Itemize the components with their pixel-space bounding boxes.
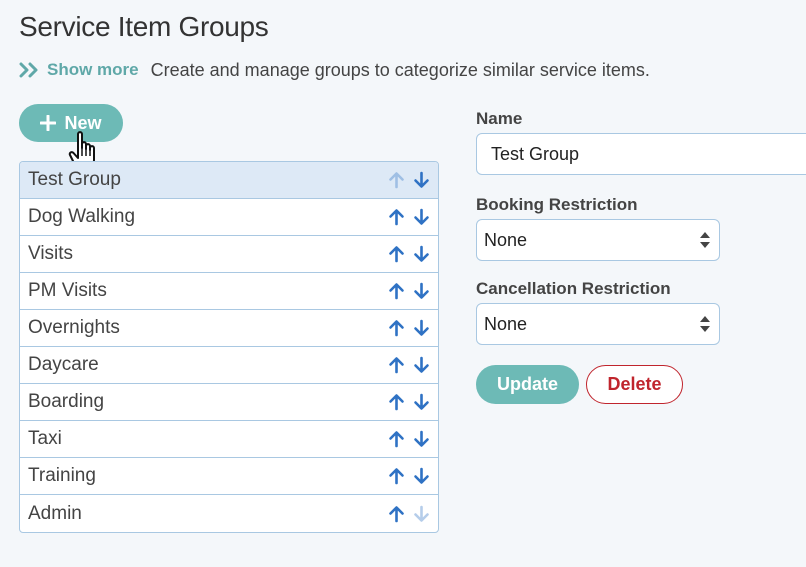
- reorder-controls: [388, 245, 430, 263]
- show-more-link[interactable]: Show more: [47, 60, 139, 80]
- updown-caret-icon: [700, 232, 710, 248]
- arrow-up-icon[interactable]: [388, 393, 405, 411]
- page: Service Item Groups Show more Create and…: [0, 0, 806, 567]
- arrow-up-icon[interactable]: [388, 356, 405, 374]
- booking-restriction-select[interactable]: None: [476, 219, 720, 261]
- arrow-down-icon[interactable]: [413, 393, 430, 411]
- arrow-up-icon[interactable]: [388, 467, 405, 485]
- arrow-up-icon[interactable]: [388, 245, 405, 263]
- arrow-down-icon[interactable]: [413, 467, 430, 485]
- page-description: Create and manage groups to categorize s…: [150, 59, 650, 80]
- group-row[interactable]: Dog Walking: [20, 199, 438, 236]
- page-subtitle: Show more Create and manage groups to ca…: [19, 58, 650, 82]
- cancellation-restriction-select[interactable]: None: [476, 303, 720, 345]
- arrow-up-icon[interactable]: [388, 208, 405, 226]
- reorder-controls: [388, 505, 430, 523]
- name-input[interactable]: [476, 133, 806, 175]
- group-label: Boarding: [28, 391, 105, 412]
- booking-restriction-value: None: [484, 229, 528, 250]
- arrow-up-icon[interactable]: [388, 282, 405, 300]
- group-label: Daycare: [28, 354, 99, 375]
- group-row[interactable]: Boarding: [20, 384, 438, 421]
- arrow-up-icon[interactable]: [388, 319, 405, 337]
- cancellation-restriction-label: Cancellation Restriction: [476, 279, 671, 298]
- reorder-controls: [388, 208, 430, 226]
- reorder-controls: [388, 430, 430, 448]
- arrow-down-icon: [414, 505, 429, 522]
- group-row[interactable]: Test Group: [20, 162, 438, 199]
- page-title: Service Item Groups: [19, 11, 269, 42]
- group-label: Dog Walking: [28, 206, 136, 227]
- name-label: Name: [476, 109, 523, 128]
- group-label: Visits: [28, 243, 74, 264]
- reorder-controls: [388, 356, 430, 374]
- double-chevron-right-icon[interactable]: [19, 61, 41, 79]
- arrow-down-icon[interactable]: [413, 245, 430, 263]
- group-row[interactable]: Overnights: [20, 310, 438, 347]
- group-label: Training: [28, 465, 96, 486]
- arrow-down-icon[interactable]: [413, 430, 430, 448]
- delete-button[interactable]: Delete: [586, 365, 683, 404]
- arrow-down-icon[interactable]: [413, 171, 430, 189]
- group-label: Overnights: [28, 317, 120, 338]
- reorder-controls: [388, 282, 430, 300]
- group-label: Admin: [28, 502, 82, 524]
- group-row[interactable]: Taxi: [20, 421, 438, 458]
- reorder-controls: [388, 467, 430, 485]
- group-list: Test Group Dog Walking Visits PM Visits Over…: [19, 161, 439, 533]
- arrow-up-icon: [389, 172, 404, 189]
- reorder-controls: [388, 319, 430, 337]
- arrow-up-icon[interactable]: [388, 430, 405, 448]
- arrow-up-icon[interactable]: [388, 505, 405, 523]
- group-row[interactable]: Daycare: [20, 347, 438, 384]
- updown-caret-icon: [700, 316, 710, 332]
- update-button[interactable]: Update: [476, 365, 579, 404]
- group-label: Taxi: [28, 428, 62, 449]
- arrow-down-icon[interactable]: [413, 356, 430, 374]
- cancellation-restriction-value: None: [484, 313, 528, 334]
- group-row[interactable]: Training: [20, 458, 438, 495]
- group-label: PM Visits: [28, 280, 107, 301]
- arrow-down-icon[interactable]: [413, 319, 430, 337]
- group-row[interactable]: PM Visits: [20, 273, 438, 310]
- group-row[interactable]: Visits: [20, 236, 438, 273]
- arrow-down-icon[interactable]: [413, 208, 430, 226]
- reorder-controls: [388, 393, 430, 411]
- group-row[interactable]: Admin: [20, 495, 438, 532]
- group-label: Test Group: [28, 169, 121, 190]
- arrow-down-icon[interactable]: [413, 282, 430, 300]
- booking-restriction-label: Booking Restriction: [476, 195, 638, 214]
- reorder-controls: [388, 171, 430, 189]
- plus-icon: [40, 115, 57, 131]
